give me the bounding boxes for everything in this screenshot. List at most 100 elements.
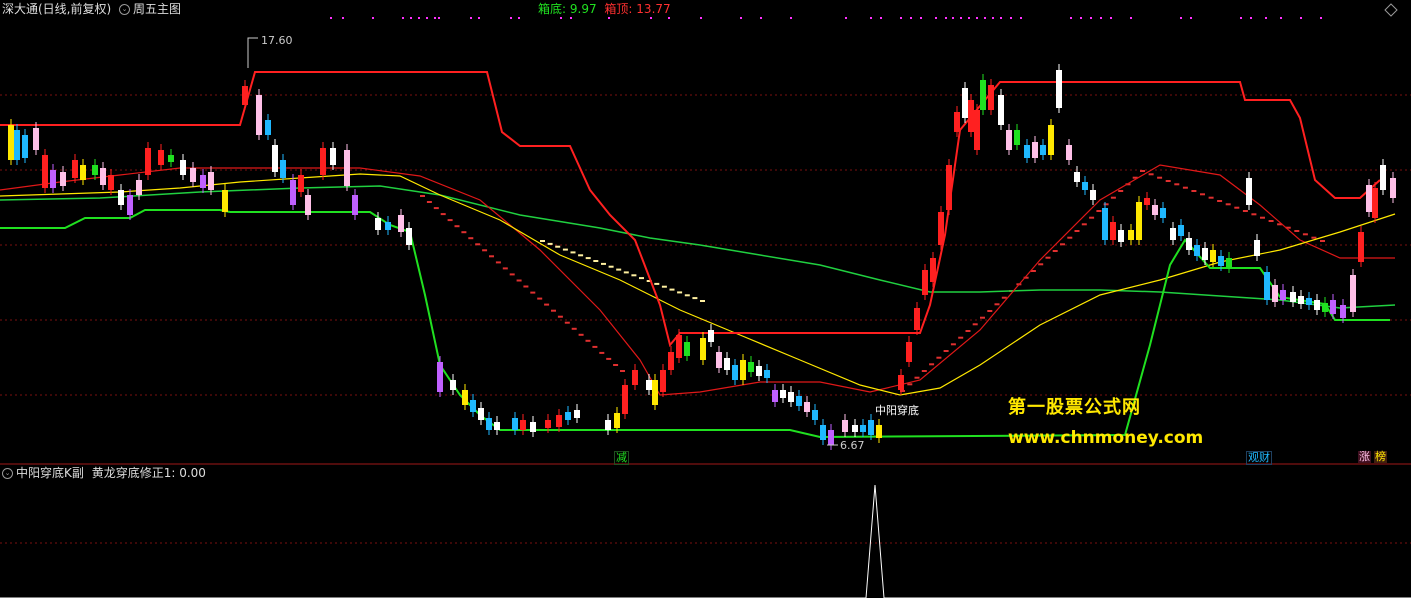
- sub-collapse-icon[interactable]: ⌄: [2, 468, 13, 479]
- stock-title[interactable]: 深大通(日线,前复权): [2, 2, 111, 16]
- candle-body: [740, 360, 746, 380]
- candle-body: [968, 100, 974, 132]
- candle-body: [1170, 228, 1176, 240]
- red-dash: [454, 225, 460, 228]
- candle-body: [1290, 292, 1296, 302]
- signal-dot: [478, 17, 480, 19]
- candle-body: [700, 338, 706, 360]
- candle-body: [437, 362, 443, 392]
- candle-body: [158, 150, 164, 165]
- signal-dot: [920, 17, 922, 19]
- candle-body: [780, 390, 786, 398]
- candle-body: [962, 88, 968, 118]
- candle-body: [1102, 208, 1108, 240]
- signal-dot: [608, 17, 610, 19]
- candle-body: [605, 420, 611, 430]
- signal-dot: [900, 17, 902, 19]
- candle-body: [1110, 222, 1116, 240]
- signal-dot: [410, 17, 412, 19]
- yellow-dash: [601, 262, 606, 265]
- yellow-dash: [639, 277, 644, 280]
- candle-body: [1024, 145, 1030, 158]
- signal-dot: [945, 17, 947, 19]
- watermark-url: www.chnmoney.com: [1008, 428, 1204, 448]
- red-dash: [1217, 200, 1223, 202]
- red-dash: [1103, 203, 1109, 206]
- candle-body: [1380, 165, 1386, 190]
- red-dash: [1208, 196, 1214, 199]
- red-dash: [980, 316, 985, 319]
- candle-body: [1136, 202, 1142, 240]
- candle-body: [622, 385, 628, 414]
- candle-body: [470, 400, 476, 412]
- candle-body: [1014, 130, 1020, 145]
- red-dash: [585, 339, 591, 342]
- indicator-name[interactable]: 周五主图: [133, 2, 181, 16]
- signal-dot: [984, 17, 986, 19]
- yellow-dash: [578, 254, 584, 257]
- sub-chart-title[interactable]: 中阳穿底K副: [16, 466, 84, 480]
- candle-body: [1210, 250, 1216, 262]
- red-dash: [936, 356, 942, 359]
- candle-body: [764, 370, 770, 378]
- red-dash: [426, 201, 432, 203]
- candle-body: [788, 392, 794, 402]
- yellow-dash: [684, 294, 690, 297]
- red-dash: [440, 213, 446, 216]
- candle-body: [1254, 240, 1260, 256]
- candle-body: [1322, 303, 1328, 312]
- red-dash: [482, 249, 488, 252]
- candle-body: [1264, 272, 1270, 300]
- candle-body: [1032, 142, 1038, 158]
- candle-body: [716, 352, 722, 368]
- candle-body: [1272, 285, 1278, 302]
- red-dash: [1157, 176, 1163, 179]
- red-dash: [468, 237, 474, 240]
- signal-dot: [518, 17, 520, 19]
- candle-body: [1128, 230, 1134, 240]
- candle-body: [668, 352, 674, 370]
- candle-body: [100, 168, 106, 185]
- sub-indicator-line: [0, 484, 1411, 598]
- tag-bang: 榜: [1374, 450, 1387, 463]
- signal-dot: [910, 17, 912, 19]
- red-dash: [530, 291, 536, 294]
- red-dash: [1165, 180, 1171, 182]
- candle-body: [385, 222, 391, 230]
- candle-body: [272, 145, 278, 172]
- dotted-indicator-lines: [420, 170, 1325, 392]
- candle-body: [1366, 185, 1372, 212]
- red-dash: [972, 323, 978, 326]
- signal-dot: [438, 17, 440, 19]
- signal-dot: [968, 17, 970, 19]
- red-dash: [1182, 186, 1188, 189]
- signal-dot: [845, 17, 847, 19]
- signal-dot: [650, 17, 652, 19]
- candle-body: [145, 148, 151, 175]
- candle-body: [1298, 296, 1304, 304]
- candle-body: [1152, 205, 1158, 215]
- signal-dot: [870, 17, 872, 19]
- red-dash: [537, 297, 543, 300]
- yellow-dash: [623, 271, 629, 274]
- yellow-dash: [593, 260, 599, 262]
- candle-body: [320, 148, 326, 175]
- yellow-dash: [631, 274, 637, 277]
- candle-body: [930, 258, 936, 282]
- candle-body: [265, 120, 271, 135]
- candle-body: [60, 172, 66, 186]
- candle-body: [50, 170, 56, 188]
- chart-canvas[interactable]: 17.60 6.67 中阳穿底: [0, 0, 1411, 598]
- red-dash: [921, 370, 927, 372]
- collapse-icon[interactable]: ⌄: [119, 4, 131, 15]
- scroll-diamond-icon[interactable]: [1384, 3, 1398, 17]
- signal-dot: [372, 17, 374, 19]
- candle-body: [756, 366, 762, 376]
- yellow-dash: [570, 251, 576, 254]
- candle-body: [820, 425, 826, 440]
- signal-dot: [1020, 17, 1022, 19]
- candle-body: [724, 358, 730, 370]
- candle-body: [33, 128, 39, 150]
- tag-jian: 减: [614, 451, 629, 465]
- red-dash: [516, 279, 522, 282]
